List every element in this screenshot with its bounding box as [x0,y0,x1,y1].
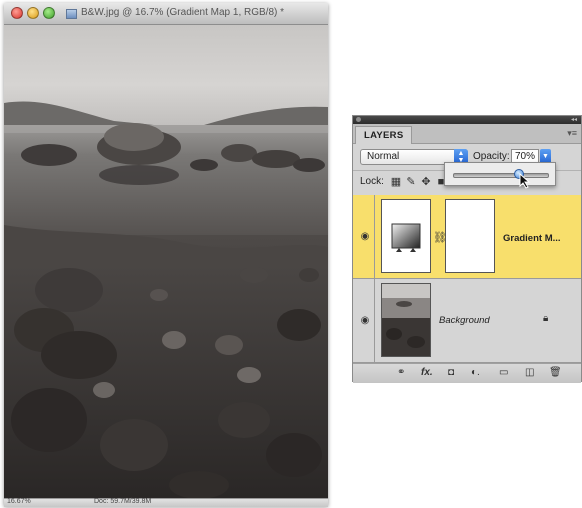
opacity-label: Opacity: [473,151,510,162]
panel-tab-row: LAYERS ▾≡ [353,124,581,144]
lock-pixels-icon[interactable]: ✎ [405,176,417,188]
document-proxy-icon[interactable] [66,9,77,19]
new-layer-icon[interactable]: ◫ [525,367,534,379]
background-thumbnail[interactable] [381,283,431,357]
tab-layers[interactable]: LAYERS [355,126,413,144]
blend-mode-value: Normal [367,151,400,162]
layer-name[interactable]: Gradient M... [503,233,561,244]
new-group-icon[interactable]: ▭ [499,367,508,379]
panel-collapse-icon[interactable]: ◂◂ [571,117,577,123]
layer-mask-thumbnail[interactable] [445,199,495,273]
lock-transparency-icon[interactable]: ▦ [390,176,402,188]
zoom-window-button[interactable] [43,7,55,19]
visibility-column[interactable]: ◉ [353,195,375,278]
panel-close-icon[interactable] [356,117,361,122]
layer-row-background[interactable]: ◉ Background 🔒︎ [353,279,581,363]
document-window: B&W.jpg @ 16.7% (Gradient Map 1, RGB/8) … [4,3,328,507]
photo-thumbnail-icon [382,284,430,356]
panel-menu-icon[interactable]: ▾≡ [567,128,577,139]
document-title: B&W.jpg @ 16.7% (Gradient Map 1, RGB/8) … [81,7,285,18]
link-layers-icon[interactable]: ⚭ [397,367,405,379]
adjustment-layer-icon[interactable]: ◐. [471,367,480,379]
document-status-bar: 16.67% Doc: 59.7M/39.8M [4,498,328,507]
layer-lock-icon: 🔒︎ [543,313,549,324]
lock-position-icon[interactable]: ✥ [420,176,432,188]
status-zoom-level[interactable]: 16.67% [7,498,31,505]
minimize-window-button[interactable] [27,7,39,19]
layer-row-gradient-map[interactable]: ◉ ⛓ Gradient M... [353,195,581,279]
canvas-image[interactable] [4,25,328,498]
lake-rocks-photo [4,25,328,498]
trash-icon[interactable]: 🗑︎ [549,367,562,379]
opacity-slider-track[interactable] [453,173,549,178]
visibility-column[interactable]: ◉ [353,279,375,362]
eye-icon[interactable]: ◉ [358,232,372,242]
fx-icon[interactable]: fx. [421,367,433,379]
adjustment-thumbnail[interactable] [381,199,431,273]
mouse-pointer-icon [519,173,531,189]
gradient-map-icon [391,223,421,252]
status-doc-info[interactable]: Doc: 59.7M/39.8M [94,498,151,505]
lock-label: Lock: [360,176,384,187]
layers-panel: ◂◂ LAYERS ▾≡ Normal ▲ ▼ Opacity: 70% ▼ Lo… [352,115,582,383]
eye-icon[interactable]: ◉ [358,316,372,326]
opacity-slider-popup [444,162,556,186]
layer-name[interactable]: Background [439,315,490,326]
panel-header-strip[interactable]: ◂◂ [353,116,581,124]
add-mask-icon[interactable]: ◘ [448,367,454,379]
layers-footer: ⚭ fx. ◘ ◐. ▭ ◫ 🗑︎ [353,363,581,383]
document-titlebar[interactable]: B&W.jpg @ 16.7% (Gradient Map 1, RGB/8) … [4,3,328,25]
close-window-button[interactable] [11,7,23,19]
